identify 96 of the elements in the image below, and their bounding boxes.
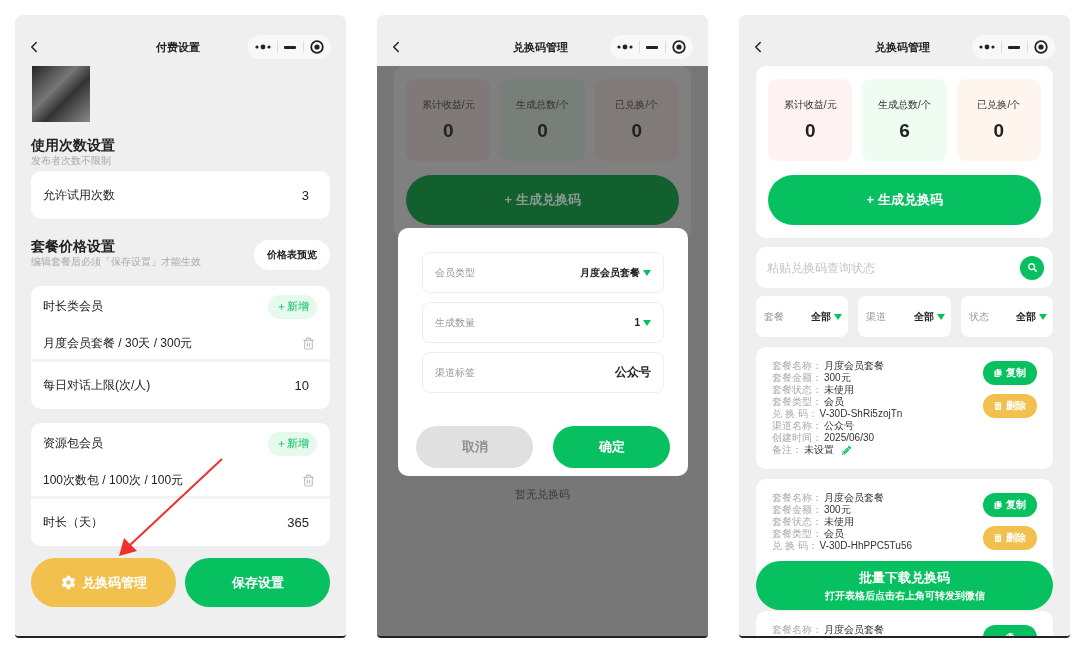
stat-value: 0 xyxy=(993,120,1005,142)
row-value[interactable]: 3 xyxy=(301,187,309,203)
field-label: 套餐名称： xyxy=(772,360,822,372)
field-label: 套餐名称： xyxy=(772,624,822,636)
select-field[interactable]: 会员类型 月度会员套餐 xyxy=(422,252,664,293)
add-button[interactable]: ＋新增 xyxy=(268,294,317,319)
capsule-menu[interactable] xyxy=(610,35,693,59)
caret-icon xyxy=(643,319,651,326)
row-value[interactable]: 10 xyxy=(294,378,309,393)
group-title: 时长类会员 xyxy=(43,298,103,315)
input-field[interactable]: 渠道标签 公众号 xyxy=(422,352,664,393)
generate-button[interactable]: + 生成兑换码 xyxy=(406,175,679,225)
field-value: 月度会员套餐 xyxy=(824,360,884,372)
field-label: 套餐金额： xyxy=(772,372,822,384)
caret-icon xyxy=(643,269,651,276)
caret-icon xyxy=(936,313,945,320)
field-value: 2025/06/30 xyxy=(824,432,875,444)
field-label: 套餐状态： xyxy=(772,384,822,396)
caret-icon xyxy=(834,313,843,320)
stat-label: 已兑换/个 xyxy=(615,98,659,112)
group-title: 资源包会员 xyxy=(43,435,103,452)
gear-icon xyxy=(60,575,76,590)
field-value: 公众号 xyxy=(824,420,854,432)
trash-icon xyxy=(994,534,1002,542)
select-field[interactable]: 生成数量 1 xyxy=(422,302,664,343)
field-label: 兑 换 码： xyxy=(772,540,818,552)
avatar-placeholder xyxy=(32,65,90,122)
minimize-icon[interactable] xyxy=(646,45,659,49)
section-title: 套餐价格设置 xyxy=(31,238,116,255)
field-label: 备注： xyxy=(772,444,802,456)
field-label: 套餐名称： xyxy=(772,492,822,504)
field-label: 渠道名称： xyxy=(772,420,822,432)
search-icon xyxy=(1027,263,1037,272)
target-icon[interactable] xyxy=(671,40,686,54)
field-value: 月度会员套餐 xyxy=(824,492,884,504)
more-icon[interactable] xyxy=(617,44,634,50)
field-value: 未使用 xyxy=(824,384,854,396)
filter-dropdown[interactable]: 渠道 全部 xyxy=(858,296,951,337)
row-value[interactable]: 365 xyxy=(287,515,309,530)
target-icon[interactable] xyxy=(1033,40,1048,54)
page-title: 付费设置 xyxy=(155,40,201,55)
field-value: 未设置 xyxy=(804,444,834,456)
field-value: V-30D-HhPPC5Tu56 xyxy=(819,540,912,552)
plan-item[interactable]: 月度会员套餐 / 30天 / 300元 xyxy=(43,334,193,352)
stat-label: 已兑换/个 xyxy=(977,98,1021,112)
field-value: 300元 xyxy=(824,504,851,516)
page-title: 兑换码管理 xyxy=(873,40,931,55)
field-label: 套餐类型： xyxy=(772,396,822,408)
action-button[interactable]: 保存设置 xyxy=(185,558,330,607)
copy-button[interactable]: 复制 xyxy=(983,493,1037,517)
delete-button[interactable]: 删除 xyxy=(983,394,1037,418)
dialog-button[interactable]: 确定 xyxy=(553,426,670,468)
generate-button[interactable]: + 生成兑换码 xyxy=(768,175,1041,225)
field-label: 兑 换 码： xyxy=(772,408,818,420)
capsule-menu[interactable] xyxy=(972,35,1055,59)
field-value: V-30D-ShRi5zojTn xyxy=(819,408,903,420)
stat-value: 0 xyxy=(631,120,643,142)
delete-button[interactable]: 删除 xyxy=(983,526,1037,550)
field-label: 套餐类型： xyxy=(772,528,822,540)
field-value: 会员 xyxy=(824,396,844,408)
trash-icon xyxy=(994,402,1002,410)
field-value: 未使用 xyxy=(824,516,854,528)
row-label: 时长（天） xyxy=(43,514,103,531)
field-label: 创建时间： xyxy=(772,432,822,444)
caret-icon xyxy=(1039,313,1047,320)
minimize-icon[interactable] xyxy=(284,45,297,49)
more-icon[interactable] xyxy=(979,44,996,50)
stat-value: 0 xyxy=(442,120,454,142)
field-label: 套餐金额： xyxy=(772,504,822,516)
page-title: 兑换码管理 xyxy=(511,40,569,55)
download-button[interactable]: 批量下载兑换码 打开表格后点击右上角可转发到微信 xyxy=(756,561,1053,610)
stat-value: 6 xyxy=(899,120,910,142)
stat-value: 0 xyxy=(804,120,816,142)
section-title: 使用次数设置 xyxy=(31,137,116,154)
stat-label: 累计收益/元 xyxy=(421,98,475,112)
filter-dropdown[interactable]: 状态 全部 xyxy=(960,296,1053,337)
minimize-icon[interactable] xyxy=(1008,45,1021,49)
stat-label: 累计收益/元 xyxy=(783,98,837,112)
more-icon[interactable] xyxy=(255,44,272,50)
row-label: 每日对话上限(次/人) xyxy=(43,377,151,394)
field-value: 300元 xyxy=(824,372,851,384)
field-value: 会员 xyxy=(824,528,844,540)
add-button[interactable]: ＋新增 xyxy=(268,431,317,456)
field-label: 套餐状态： xyxy=(772,516,822,528)
stat-label: 生成总数/个 xyxy=(516,98,569,112)
action-button[interactable]: 兑换码管理 xyxy=(31,558,176,607)
stat-value: 0 xyxy=(537,120,548,142)
stat-label: 生成总数/个 xyxy=(878,98,931,112)
field-value: 月度会员套餐 xyxy=(824,624,884,636)
copy-button[interactable]: 复制 xyxy=(983,361,1037,385)
filter-dropdown[interactable]: 套餐 全部 xyxy=(756,296,849,337)
row-label: 允许试用次数 xyxy=(43,186,115,204)
target-icon[interactable] xyxy=(309,40,324,54)
preview-button[interactable]: 价格表预览 xyxy=(254,240,330,270)
plan-item[interactable]: 100次数包 / 100次 / 100元 xyxy=(43,471,184,489)
capsule-menu[interactable] xyxy=(248,35,331,59)
